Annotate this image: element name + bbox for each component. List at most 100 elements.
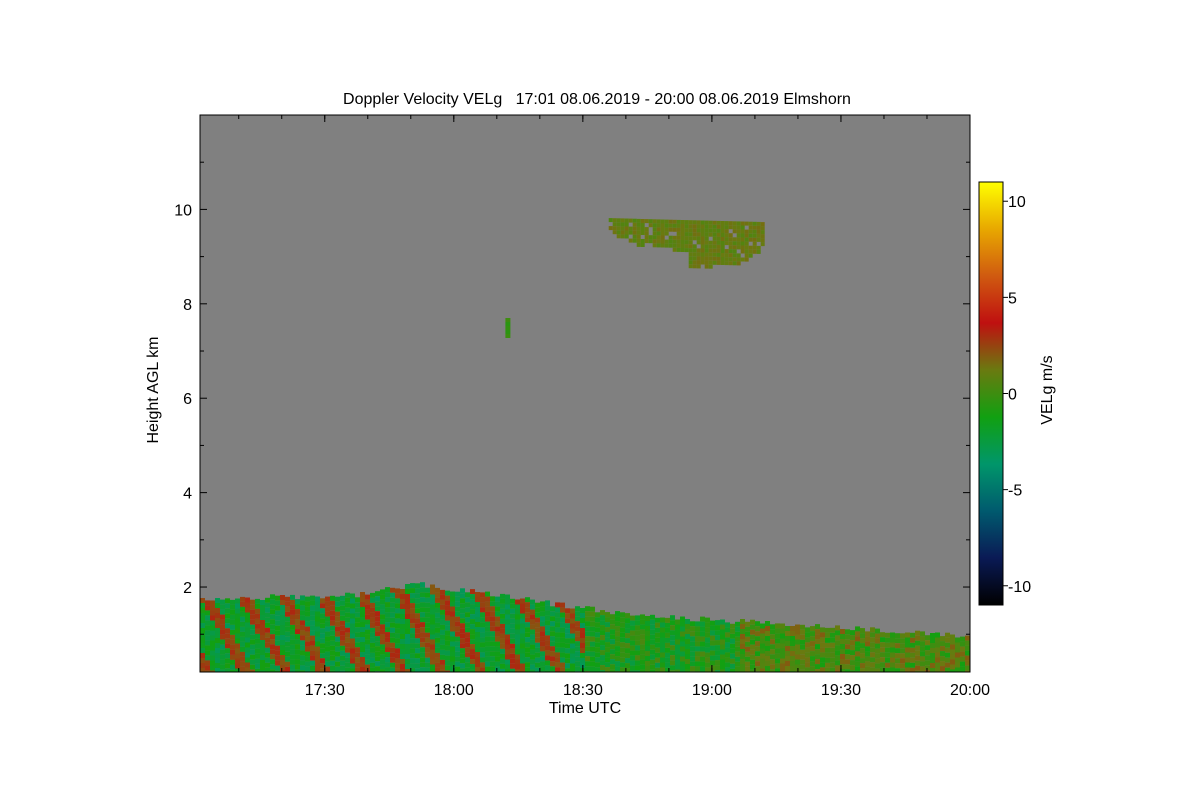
- echo-cell: [520, 668, 525, 672]
- echo-cell: [435, 657, 440, 663]
- echo-cell: [355, 597, 360, 603]
- echo-cell: [805, 662, 810, 668]
- echo-cell: [680, 646, 685, 652]
- x-tick-label: 19:30: [821, 682, 861, 699]
- echo-cell: [350, 638, 355, 644]
- echo-cell: [440, 624, 445, 630]
- echo-cell: [430, 604, 435, 610]
- echo-cell: [570, 658, 575, 664]
- echo-cell: [815, 624, 820, 630]
- echo-cell: [585, 636, 590, 642]
- echo-cell: [380, 604, 385, 610]
- cloud-cell: [640, 227, 645, 231]
- cloud-cell: [712, 236, 717, 241]
- echo-cell: [785, 631, 790, 636]
- cloud-cell: [704, 236, 709, 241]
- cloud-cell: [748, 253, 753, 258]
- cloud-cell: [716, 228, 721, 233]
- cloud-cell: [736, 261, 741, 266]
- echo-cell: [495, 656, 500, 662]
- echo-cell: [345, 662, 350, 668]
- echo-cell: [395, 603, 400, 609]
- echo-cell: [920, 641, 925, 647]
- echo-cell: [875, 653, 880, 659]
- cloud-cell: [748, 229, 753, 234]
- echo-cell: [215, 628, 220, 633]
- echo-cell: [315, 651, 320, 657]
- echo-cell: [230, 644, 235, 650]
- colorbar-tick-label: 10: [1008, 194, 1026, 211]
- echo-cell: [540, 636, 545, 642]
- echo-cell: [720, 659, 725, 665]
- echo-cell: [645, 666, 650, 671]
- echo-cell: [660, 632, 665, 638]
- echo-cell: [770, 634, 775, 640]
- echo-cell: [495, 636, 500, 642]
- echo-cell: [315, 621, 320, 627]
- cloud-cell: [700, 260, 705, 265]
- echo-cell: [275, 610, 280, 616]
- echo-cell: [365, 609, 370, 615]
- echo-cell: [245, 657, 250, 663]
- echo-cell: [670, 640, 675, 646]
- echo-cell: [925, 670, 930, 672]
- echo-cell: [410, 618, 415, 624]
- echo-cell: [755, 661, 760, 667]
- echo-cell: [445, 660, 450, 666]
- cloud-cell: [700, 248, 705, 253]
- echo-cell: [385, 662, 390, 668]
- echo-cell: [285, 661, 290, 667]
- echo-cell: [660, 647, 665, 653]
- echo-cell: [715, 625, 720, 631]
- echo-cell: [340, 655, 345, 661]
- echo-cell: [790, 626, 795, 631]
- echo-cell: [535, 617, 540, 623]
- echo-cell: [485, 611, 490, 617]
- echo-cell: [630, 655, 635, 661]
- cloud-cell: [668, 219, 673, 224]
- echo-cell: [415, 643, 420, 649]
- echo-cell: [290, 649, 295, 655]
- cloud-cell: [712, 224, 717, 229]
- echo-cell: [860, 658, 865, 664]
- echo-cell: [245, 597, 250, 603]
- echo-cell: [685, 619, 690, 624]
- echo-cell: [530, 629, 535, 635]
- echo-cell: [365, 629, 370, 635]
- echo-cell: [560, 627, 565, 633]
- cloud-cell: [724, 241, 729, 246]
- echo-cell: [650, 619, 655, 625]
- echo-cell: [770, 654, 775, 660]
- cloud-cell: [672, 235, 677, 240]
- echo-cell: [780, 628, 785, 634]
- cloud-cell: [660, 227, 665, 232]
- echo-cell: [500, 653, 505, 659]
- echo-cell: [420, 597, 425, 603]
- echo-cell: [250, 644, 255, 650]
- echo-cell: [350, 603, 355, 609]
- echo-cell: [915, 635, 920, 641]
- echo-cell: [430, 594, 435, 600]
- echo-cell: [930, 643, 935, 648]
- echo-cell: [910, 642, 915, 648]
- echo-cell: [875, 658, 880, 664]
- echo-cell: [505, 644, 510, 650]
- echo-cell: [380, 609, 385, 615]
- echo-cell: [370, 642, 375, 648]
- echo-cell: [820, 637, 825, 643]
- echo-cell: [790, 631, 795, 636]
- echo-cell: [345, 642, 350, 648]
- cloud-cell: [624, 226, 629, 231]
- echo-cell: [895, 653, 900, 659]
- echo-cell: [920, 661, 925, 667]
- echo-cell: [935, 642, 940, 648]
- echo-cell: [325, 651, 330, 657]
- echo-cell: [835, 655, 840, 661]
- echo-cell: [640, 654, 645, 660]
- echo-cell: [440, 604, 445, 610]
- echo-cell: [900, 663, 905, 669]
- echo-cell: [475, 667, 480, 672]
- echo-cell: [360, 652, 365, 657]
- echo-cell: [365, 624, 370, 630]
- echo-cell: [255, 653, 260, 659]
